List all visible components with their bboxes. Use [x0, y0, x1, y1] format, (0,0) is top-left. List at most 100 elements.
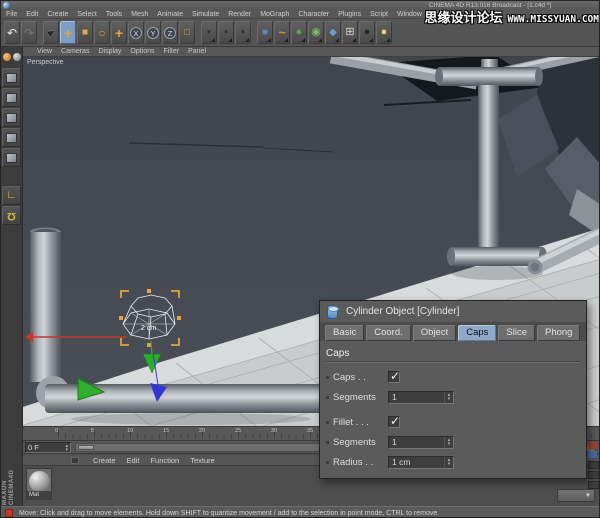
ruler-number: 30: [271, 428, 277, 434]
rotate-tool-icon[interactable]: ○: [94, 21, 110, 44]
menu-item-animate[interactable]: Animate: [157, 11, 183, 18]
caps-segments-input[interactable]: 1 ▴▾: [388, 391, 454, 404]
coord-field[interactable]: [588, 471, 599, 479]
param-dot: [326, 396, 329, 399]
fillet-label: Fillet . . .: [333, 417, 388, 428]
lock-x-axis-button[interactable]: X: [128, 21, 144, 44]
menu-item-plugins[interactable]: Plugins: [338, 11, 361, 18]
viewport-camera-label[interactable]: Perspective: [27, 59, 64, 66]
menu-item-select[interactable]: Select: [77, 11, 96, 18]
caps-row: Caps . . ✓: [326, 369, 580, 385]
caps-label: Caps . .: [333, 372, 388, 383]
panel-title-bar[interactable]: Cylinder Object [Cylinder]: [320, 301, 586, 322]
app-logo-icon[interactable]: [3, 2, 10, 9]
radius-spinner[interactable]: ▴▾: [444, 457, 453, 468]
convert-to-editable-icon[interactable]: [2, 49, 22, 65]
param-dot: [326, 376, 329, 379]
mat-menu-create[interactable]: Create: [93, 456, 116, 465]
last-used-tool-icon[interactable]: +: [111, 21, 127, 44]
menu-item-simulate[interactable]: Simulate: [192, 11, 219, 18]
coord-icon-blue[interactable]: [588, 451, 597, 458]
coord-field[interactable]: [588, 461, 599, 469]
coord-icon-red[interactable]: [588, 442, 597, 449]
edges-mode-icon[interactable]: [2, 128, 21, 147]
vp-menu-options[interactable]: Options: [130, 48, 154, 55]
ruler-number: 0: [55, 428, 58, 434]
add-deformer-icon[interactable]: ◉: [308, 21, 324, 44]
radius-label: Radius . .: [333, 457, 388, 468]
vp-menu-cameras[interactable]: Cameras: [61, 48, 89, 55]
current-frame-field[interactable]: 0 F ▴▾: [25, 442, 71, 453]
menu-item-mograph[interactable]: MoGraph: [260, 11, 289, 18]
material-thumbnail[interactable]: Mat: [26, 468, 52, 500]
material-menu-icon[interactable]: [71, 457, 79, 464]
vp-menu-panel[interactable]: Panel: [188, 48, 206, 55]
panel-title: Cylinder Object [Cylinder]: [346, 306, 459, 317]
render-settings-icon[interactable]: ▪: [235, 21, 251, 44]
snap-magnet-icon[interactable]: Ω: [2, 206, 21, 225]
menu-item-edit[interactable]: Edit: [26, 11, 38, 18]
object-info-dropdown[interactable]: ▼: [557, 489, 595, 502]
live-selection-icon[interactable]: ▶: [43, 21, 59, 44]
radius-row: Radius . . 1 cm ▴▾: [326, 454, 580, 470]
add-floor-icon[interactable]: ⊞: [342, 21, 358, 44]
redo-icon[interactable]: ↷: [21, 21, 37, 44]
segments-spinner[interactable]: ▴▾: [444, 392, 453, 403]
material-name: Mat: [27, 491, 51, 499]
menu-item-tools[interactable]: Tools: [106, 11, 122, 18]
polygons-mode-icon[interactable]: [2, 148, 21, 167]
mat-menu-edit[interactable]: Edit: [127, 456, 140, 465]
fillet-segments-input[interactable]: 1 ▴▾: [388, 436, 454, 449]
cylinder-icon: [327, 305, 338, 319]
coord-field[interactable]: [588, 481, 599, 489]
lock-z-axis-button[interactable]: Z: [162, 21, 178, 44]
caps-checkbox[interactable]: ✓: [388, 371, 400, 383]
model-mode-icon[interactable]: [2, 68, 21, 87]
menu-item-mesh[interactable]: Mesh: [131, 11, 148, 18]
segments-spinner[interactable]: ▴▾: [444, 437, 453, 448]
fillet-row: Fillet . . . ✓: [326, 414, 580, 430]
playhead-handle[interactable]: [78, 445, 94, 450]
fillet-radius-input[interactable]: 1 cm ▴▾: [388, 456, 454, 469]
vp-menu-filter[interactable]: Filter: [164, 48, 180, 55]
add-cube-icon[interactable]: ■: [257, 21, 273, 44]
lock-y-axis-button[interactable]: Y: [145, 21, 161, 44]
undo-icon[interactable]: ↶: [4, 21, 20, 44]
tab-object[interactable]: Object: [413, 325, 456, 341]
vp-menu-display[interactable]: Display: [98, 48, 121, 55]
status-text: Move: Click and drag to move elements. H…: [19, 510, 439, 517]
vp-menu-view[interactable]: View: [37, 48, 52, 55]
add-subdivision-surface-icon[interactable]: ●: [291, 21, 307, 44]
cinema4d-window: CINEMA 4D R13.016 Broadcast - [1.c4d *] …: [0, 0, 600, 518]
panel-tabs: Basic Coord. Object Caps Slice Phong: [320, 322, 586, 341]
axis-mode-icon[interactable]: ∟: [2, 186, 21, 205]
tab-slice[interactable]: Slice: [498, 325, 535, 341]
maxon-logo: MAXON CINEMA4D: [2, 453, 22, 505]
status-bar: Move: Click and drag to move elements. H…: [1, 506, 600, 518]
mat-menu-function[interactable]: Function: [150, 456, 179, 465]
segments-label: Segments: [333, 437, 388, 448]
tab-coord[interactable]: Coord.: [366, 325, 411, 341]
menu-item-create[interactable]: Create: [47, 11, 68, 18]
fillet-checkbox[interactable]: ✓: [388, 416, 400, 428]
tab-basic[interactable]: Basic: [325, 325, 364, 341]
ruler-number: 35: [307, 428, 313, 434]
points-mode-icon[interactable]: [2, 108, 21, 127]
tab-phong[interactable]: Phong: [537, 325, 580, 341]
status-stop-icon[interactable]: [5, 509, 13, 517]
add-environment-icon[interactable]: ◆: [325, 21, 341, 44]
mat-menu-texture[interactable]: Texture: [190, 456, 215, 465]
scale-tool-icon[interactable]: ■: [77, 21, 93, 44]
tab-caps[interactable]: Caps: [458, 325, 496, 341]
add-spline-icon[interactable]: ~: [274, 21, 290, 44]
menu-item-file[interactable]: File: [6, 11, 17, 18]
render-view-icon[interactable]: ▪: [201, 21, 217, 44]
render-picture-viewer-icon[interactable]: ▪: [218, 21, 234, 44]
frame-spinner[interactable]: ▴▾: [65, 444, 68, 452]
texture-mode-icon[interactable]: [2, 88, 21, 107]
move-tool-icon[interactable]: +: [60, 21, 76, 44]
menu-item-render[interactable]: Render: [228, 11, 251, 18]
fillet-segments-row: Segments 1 ▴▾: [326, 434, 580, 450]
coordinate-system-icon[interactable]: □: [179, 21, 195, 44]
menu-item-character[interactable]: Character: [298, 11, 329, 18]
